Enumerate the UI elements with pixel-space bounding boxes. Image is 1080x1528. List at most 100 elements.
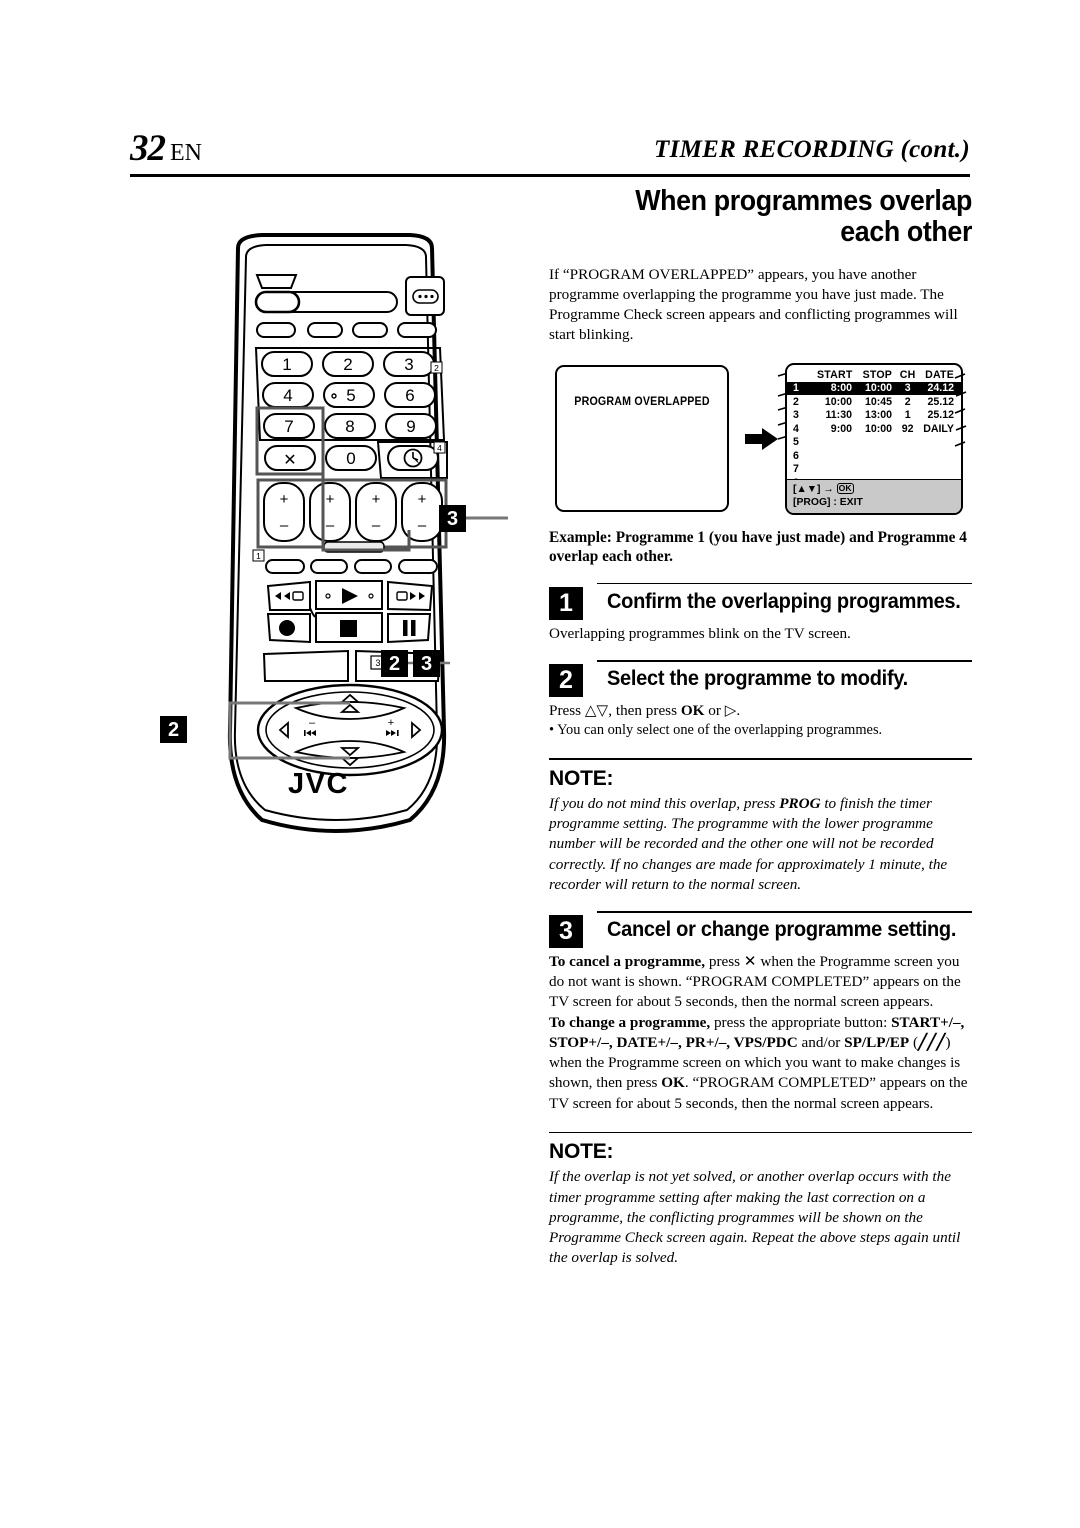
- up-down-arrows-icon: △▽: [584, 701, 609, 719]
- tape-speed-icon: ╱╱╱: [918, 1033, 946, 1051]
- cell-start: 9:00: [830, 422, 852, 435]
- intro-paragraph: If “PROGRAM OVERLAPPED” appears, you hav…: [549, 265, 958, 344]
- step-3-header: 3 Cancel or change programme setting.: [549, 910, 972, 949]
- svg-text:–: –: [326, 517, 335, 534]
- svg-text:3: 3: [375, 658, 380, 668]
- note-2-title: NOTE:: [549, 1140, 614, 1164]
- svg-text:+: +: [326, 491, 335, 508]
- ok-button-label-2: OK: [661, 1074, 685, 1092]
- table-row[interactable]: 1 8:00 10:00 3 24.12: [787, 381, 961, 396]
- change-programme-label: To change a programme,: [549, 1013, 711, 1031]
- step-2: 2 Select the programme to modify. Press …: [549, 659, 972, 740]
- section-title: TIMER RECORDING (cont.): [654, 136, 970, 163]
- cell-ch: [896, 449, 919, 463]
- note-1-text: If you do not mind this overlap, press P…: [549, 794, 948, 893]
- note-block-2: NOTE: If the overlap is not yet solved, …: [549, 1131, 972, 1269]
- cell-ch: 2: [904, 395, 911, 408]
- cell-index: 1: [787, 381, 818, 396]
- step-2-bullet: • You can only select one of the overlap…: [549, 722, 883, 739]
- tv-screen-diagram: PROGRAM OVERLAPPED START STOP CH DATE 1 …: [549, 360, 972, 518]
- step-1-badge: 1: [549, 586, 583, 620]
- ok-button-label: OK: [680, 701, 705, 719]
- callout-3-volume: 3: [439, 505, 466, 532]
- cell-ch: 1: [904, 409, 911, 422]
- tv-screen-programme-check: START STOP CH DATE 1 8:00 10:00 3 24.12: [785, 362, 963, 515]
- step-1-title: Confirm the overlapping programmes.: [607, 588, 961, 613]
- cell-index: 2: [793, 395, 799, 408]
- svg-text:+: +: [388, 717, 394, 729]
- footer-hint-navigate: [▲▼] → OK: [793, 482, 854, 495]
- cell-stop: 10:45: [864, 395, 893, 408]
- ok-badge-icon: OK: [836, 482, 854, 495]
- cancel-programme-label: To cancel a programme,: [549, 953, 706, 970]
- svg-text:8: 8: [345, 417, 354, 436]
- step-1-header: 1 Confirm the overlapping programmes.: [549, 582, 972, 621]
- table-row[interactable]: 4 9:00 10:00 92 DAILY: [787, 422, 961, 436]
- col-ch: CH: [899, 368, 916, 381]
- remote-svg: 1 2 3 4 5 6 7 8 9 ✕ 0 2 4 +– +– +– +– 1 …: [227, 233, 508, 833]
- table-header-row: START STOP CH DATE: [787, 368, 961, 382]
- cell-start: 10:00: [824, 395, 852, 408]
- col-start: START: [817, 368, 853, 381]
- note-2-divider: [549, 1131, 972, 1134]
- table-row[interactable]: 3 11:30 13:00 1 25.12: [787, 409, 961, 423]
- svg-text:–: –: [418, 517, 427, 534]
- cell-index: 6: [793, 449, 799, 462]
- table-row[interactable]: 6: [787, 449, 961, 463]
- step-1-body: Overlapping programmes blink on the TV s…: [549, 624, 851, 642]
- step-1-divider: [597, 582, 972, 585]
- cell-start: [817, 436, 857, 450]
- screen-footer-hints: [▲▼] → OK [PROG] : EXIT: [787, 478, 961, 513]
- cell-stop: 10:00: [864, 422, 893, 435]
- step-2-header: 2 Select the programme to modify.: [549, 659, 972, 698]
- cell-ch: [896, 436, 919, 450]
- cell-ch: 3: [896, 381, 920, 396]
- step-1: 1 Confirm the overlapping programmes. Ov…: [549, 582, 972, 644]
- table-row[interactable]: 5: [787, 436, 961, 450]
- col-stop: STOP: [862, 368, 893, 381]
- callout-2-dpad: 2: [160, 716, 187, 743]
- table-row[interactable]: 2 10:00 10:45 2 25.12: [787, 395, 961, 409]
- svg-text:9: 9: [406, 417, 415, 436]
- blink-marks-right: [954, 372, 967, 447]
- page-number: 32: [130, 128, 166, 169]
- programme-check-table: START STOP CH DATE 1 8:00 10:00 3 24.12: [787, 368, 961, 490]
- cell-stop: 10:00: [857, 381, 897, 396]
- cell-start: [817, 449, 857, 463]
- cell-index: 4: [793, 422, 799, 435]
- cell-stop: [857, 449, 896, 463]
- cell-start: [817, 463, 857, 477]
- svg-text:2: 2: [434, 363, 439, 373]
- svg-text:✕: ✕: [283, 452, 296, 469]
- overlapped-message-text: PROGRAM OVERLAPPED: [574, 394, 710, 408]
- svg-text:2: 2: [343, 355, 352, 374]
- cell-ch: 92: [901, 422, 914, 435]
- svg-text:–: –: [309, 717, 316, 729]
- svg-text:–: –: [372, 517, 381, 534]
- callout-3-ok: 3: [413, 650, 440, 677]
- tv-screen-overlapped-message: PROGRAM OVERLAPPED: [555, 364, 729, 512]
- step-2-instruction: Press △▽, then press OK or ▷.: [549, 701, 741, 719]
- svg-text:+: +: [280, 491, 289, 508]
- example-caption: Example: Programme 1 (you have just made…: [549, 528, 967, 566]
- page-language: EN: [170, 140, 202, 166]
- note-1-divider: [549, 758, 972, 760]
- footer-hint-exit: [PROG] : EXIT: [793, 496, 863, 508]
- remote-control-illustration: 1 2 3 4 5 6 7 8 9 ✕ 0 2 4 + – + – + – + …: [110, 230, 530, 850]
- svg-text:+: +: [372, 491, 381, 508]
- step-2-title: Select the programme to modify.: [607, 665, 908, 690]
- note-1-title: NOTE:: [549, 766, 614, 790]
- right-arrow-icon: [745, 427, 778, 450]
- jvc-brand-logo: JVC: [288, 768, 349, 800]
- step-3: 3 Cancel or change programme setting. To…: [549, 910, 972, 1114]
- cell-index: 3: [793, 409, 799, 422]
- step-2-badge: 2: [549, 663, 583, 697]
- table-row[interactable]: 7: [787, 463, 961, 477]
- svg-text:5: 5: [346, 386, 355, 405]
- svg-text:7: 7: [284, 417, 293, 436]
- cell-stop: 13:00: [864, 409, 893, 422]
- cell-stop: [857, 463, 896, 477]
- step-3-title: Cancel or change programme setting.: [607, 917, 957, 941]
- main-content-column: When programmes overlap each other If “P…: [549, 185, 972, 1269]
- svg-text:+: +: [418, 491, 427, 508]
